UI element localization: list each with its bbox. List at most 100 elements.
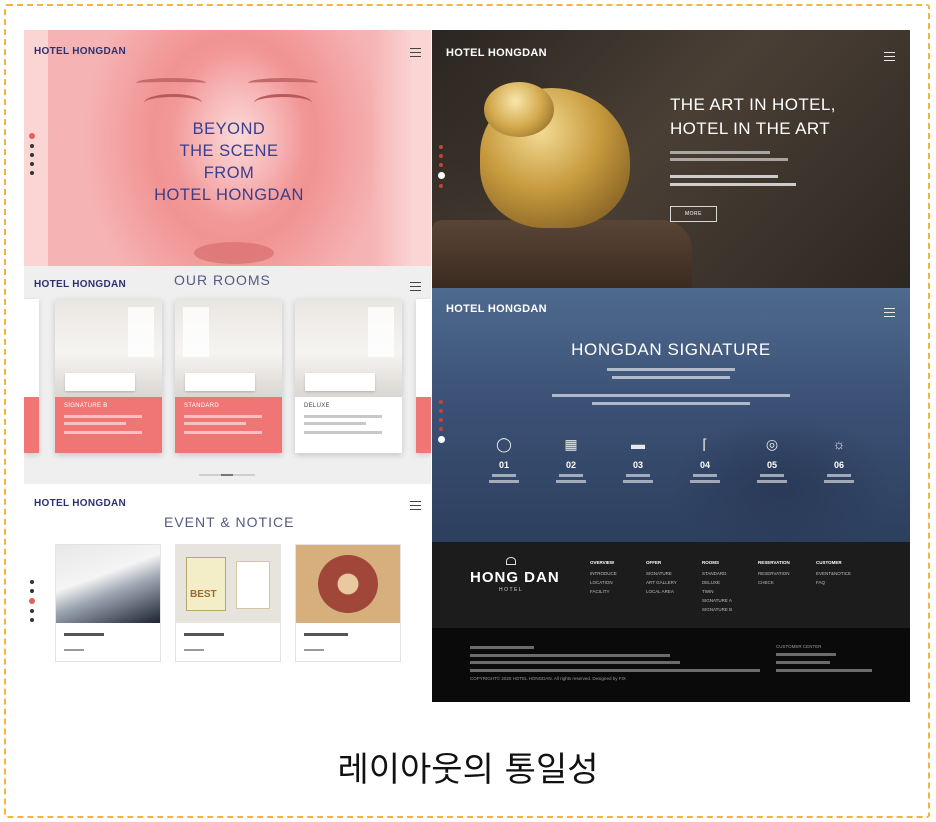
section-dot[interactable] [439,418,443,422]
section-dot-active[interactable] [438,172,445,179]
signature-number: 04 [699,460,710,470]
footer-link[interactable]: SIGNATURE A [702,596,732,605]
event-card[interactable] [55,544,161,662]
more-button[interactable]: MORE [670,206,717,222]
section-dot[interactable] [30,144,34,148]
signature-item[interactable]: ▦ 02 [546,434,596,483]
best-award-photo: BEST [176,545,280,623]
footer-link[interactable]: LOCAL AREA [646,587,677,596]
footer-column: OFFER SIGNATURE ART GALLERY LOCAL AREA [646,560,677,596]
event-card[interactable]: BEST [175,544,281,662]
section-dot[interactable] [30,153,34,157]
gold-frog-head [484,82,554,137]
site-logo[interactable]: HOTEL HONGDAN [34,279,126,290]
menu-icon[interactable] [884,52,895,61]
footer-link[interactable]: SIGNATURE [646,569,677,578]
section-dot[interactable] [439,184,443,188]
section-dot[interactable] [439,409,443,413]
room-info: DELUXE [295,397,402,453]
section-dot[interactable] [439,154,443,158]
section-dot[interactable] [439,145,443,149]
room-photo [175,299,282,397]
signature-item[interactable]: ◎ 05 [747,434,797,483]
faucet-icon: ⌈ [702,436,708,452]
face-eye-left [144,94,202,112]
logo-emblem-icon [506,557,516,565]
site-logo[interactable]: HOTEL HONGDAN [34,46,126,57]
signature-item[interactable]: ⌈ 04 [680,434,730,483]
lamp-icon: ☼ [832,436,846,452]
footer-column: OVERVIEW INTRODUCE LOCATION FACILITY [590,560,617,596]
footer-link[interactable]: SIGNATURE B [702,605,732,614]
section-dot-active[interactable] [29,598,35,604]
section-dots[interactable] [438,145,445,193]
menu-icon[interactable] [410,282,421,291]
section-dot-active[interactable] [438,436,445,443]
section-dot[interactable] [30,609,34,613]
section-dots[interactable] [438,400,445,448]
footer-bottom-bar [432,628,910,702]
footer-link[interactable]: LOCATION [590,578,617,587]
signature-item[interactable]: ☼ 06 [814,434,864,483]
section-dots[interactable] [29,580,35,627]
room-card-partial-right[interactable] [416,299,431,453]
section-dot[interactable] [439,400,443,404]
section-dot[interactable] [30,162,34,166]
room-name: DELUXE [304,403,330,409]
menu-icon[interactable] [410,501,421,510]
event-date [184,649,204,651]
room-card[interactable]: DELUXE [295,299,402,453]
footer-link[interactable]: INTRODUCE [590,569,617,578]
site-logo[interactable]: HOTEL HONGDAN [446,47,547,59]
slide-caption: 레이아웃의 통일성 [337,750,599,790]
footer-link[interactable]: FACILITY [590,587,617,596]
footer-link[interactable]: TWIN [702,587,732,596]
room-card-partial-left[interactable] [24,299,39,453]
menu-icon[interactable] [410,48,421,57]
section-dot[interactable] [439,427,443,431]
room-card[interactable]: STANDARD [175,299,282,453]
right-hero-section: HOTEL HONGDAN THE ART IN HOTEL, HOTEL IN… [432,30,910,288]
signature-text-line [552,394,790,397]
footer-link[interactable]: CHECK [758,578,790,587]
air-conditioner-photo [56,545,160,623]
site-logo[interactable]: HOTEL HONGDAN [446,303,547,315]
section-dots[interactable] [29,133,35,180]
right-footer-section: HONG DAN HOTEL OVERVIEW INTRODUCE LOCATI… [432,542,910,702]
rooms-pager[interactable] [199,474,255,476]
section-dot[interactable] [30,589,34,593]
face-brow-left [136,78,206,88]
footer-logo-sub: HOTEL [499,587,524,593]
site-logo[interactable]: HOTEL HONGDAN [34,498,126,509]
wood-stump [432,220,692,288]
room-info: SIGNATURE B [55,397,162,453]
section-dot-active[interactable] [29,133,35,139]
footer-copyright: COPYRIGHT© 2020 HOTEL HONGDAN. All right… [470,676,626,681]
room-name: STANDARD [184,403,219,409]
footer-logo[interactable]: HONG DAN [470,569,560,586]
footer-link[interactable]: FAQ [816,578,851,587]
room-photo [55,299,162,397]
event-caption [304,633,348,636]
section-dot[interactable] [30,580,34,584]
footer-link[interactable]: RESERVATION [758,569,790,578]
footer-link[interactable]: EVENT&NOTICE [816,569,851,578]
section-dot[interactable] [30,618,34,622]
signature-text-line [612,376,730,379]
footer-info-line [776,661,830,664]
room-card[interactable]: SIGNATURE B [55,299,162,453]
face-eye-right [254,94,312,112]
event-date [304,649,324,651]
section-dot[interactable] [30,171,34,175]
hero-title: BEYOND THE SCENE FROM HOTEL HONGDAN [154,120,304,204]
menu-icon[interactable] [884,308,895,317]
signature-item[interactable]: ◯ 01 [479,434,529,483]
event-card[interactable] [295,544,401,662]
footer-link[interactable]: STANDARD [702,569,732,578]
signature-item[interactable]: ▬ 03 [613,434,663,483]
hero-text-line [670,183,796,186]
footer-link[interactable]: DELUXE [702,578,732,587]
section-dot[interactable] [439,163,443,167]
footer-link[interactable]: ART GALLERY [646,578,677,587]
right-signature-section: HOTEL HONGDAN HONGDAN SIGNATURE ◯ 01 ▦ 0… [432,288,910,542]
